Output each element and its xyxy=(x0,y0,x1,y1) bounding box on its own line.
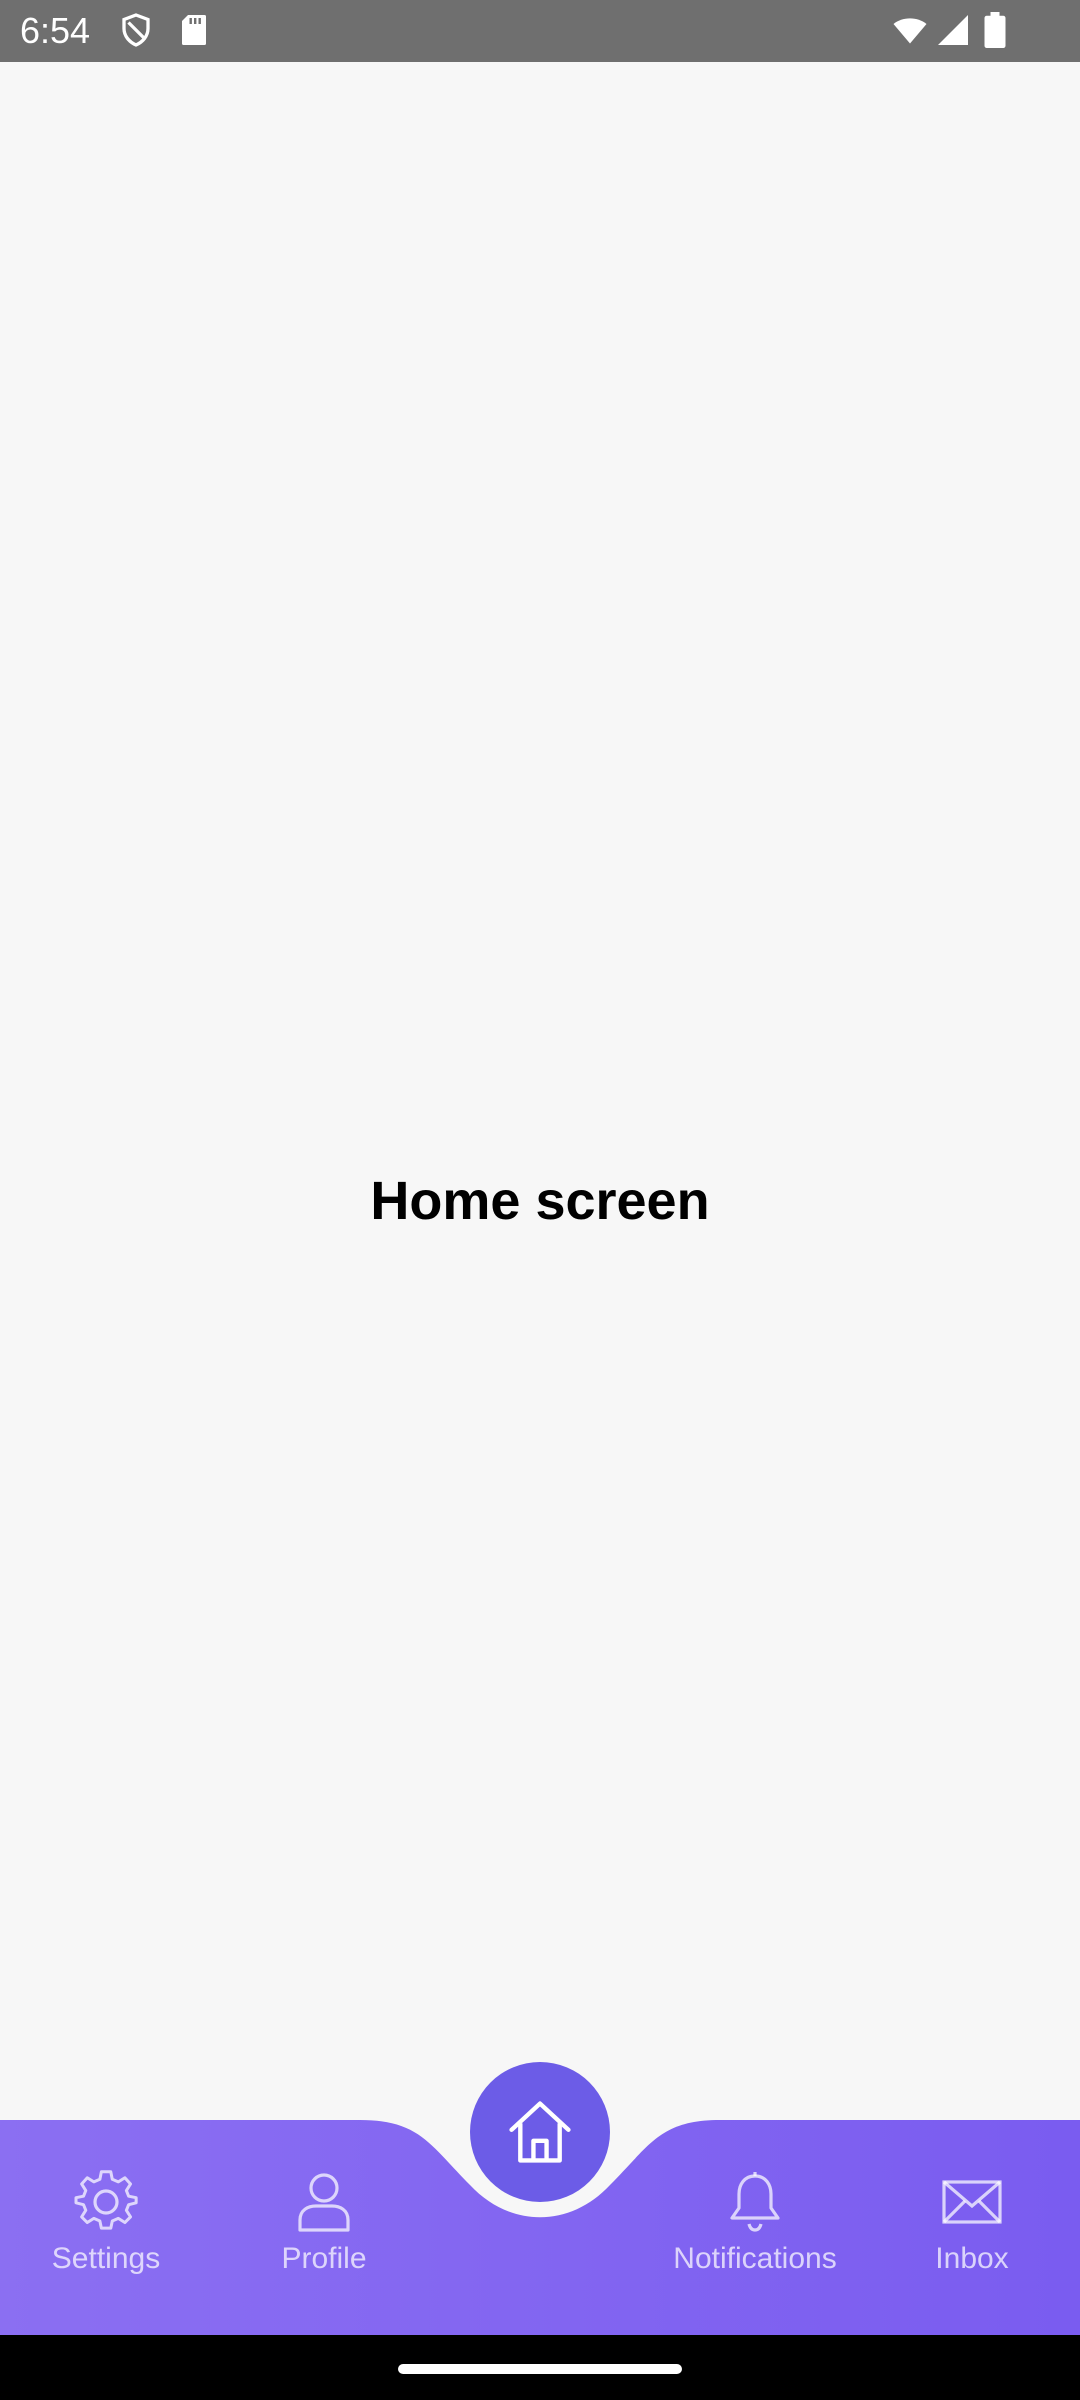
nav-label-profile: Profile xyxy=(281,2242,367,2275)
gesture-handle[interactable] xyxy=(398,2364,682,2374)
page-title: Home screen xyxy=(370,1171,710,1231)
nav-item-notifications[interactable]: Notifications xyxy=(655,2170,855,2310)
shield-icon xyxy=(122,13,150,47)
mail-icon xyxy=(942,2180,1002,2224)
nav-item-inbox[interactable]: Inbox xyxy=(872,2170,1072,2310)
nav-label-inbox: Inbox xyxy=(935,2242,1009,2275)
nav-label-notifications: Notifications xyxy=(673,2242,837,2275)
nav-label-settings: Settings xyxy=(51,2242,161,2275)
cellular-signal-icon xyxy=(938,15,968,45)
wifi-icon xyxy=(893,18,927,44)
nav-item-profile[interactable]: Profile xyxy=(224,2170,424,2310)
nav-item-settings[interactable]: Settings xyxy=(6,2170,206,2310)
sd-card-icon xyxy=(182,15,206,45)
home-button[interactable] xyxy=(470,2062,610,2202)
battery-icon xyxy=(984,12,1006,48)
status-bar: 6:54 xyxy=(0,0,1080,62)
app-screen: 6:54 Home screen Settings Profile Notifi… xyxy=(0,0,1080,2400)
status-time: 6:54 xyxy=(20,10,91,51)
bell-icon xyxy=(730,2172,780,2232)
gear-icon xyxy=(74,2170,138,2230)
system-navigation-bar xyxy=(0,2335,1080,2400)
home-icon xyxy=(509,2101,571,2163)
user-icon xyxy=(298,2173,350,2232)
